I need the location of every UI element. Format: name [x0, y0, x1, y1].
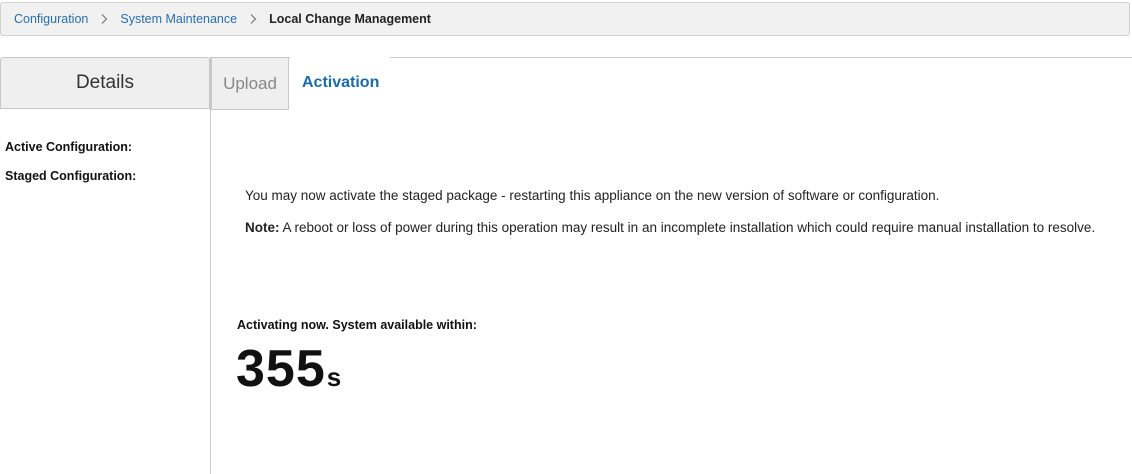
tab-strip-divider: [289, 57, 1132, 58]
breadcrumb-item-configuration[interactable]: Configuration: [14, 12, 88, 26]
countdown-timer: 355s: [236, 343, 341, 395]
chevron-right-icon: [101, 14, 108, 24]
note-text: A reboot or loss of power during this op…: [279, 220, 1096, 235]
breadcrumb: Configuration System Maintenance Local C…: [0, 2, 1130, 36]
countdown-unit: s: [326, 362, 342, 392]
details-panel: Details Active Configuration: Staged Con…: [0, 57, 211, 474]
tab-activation[interactable]: Activation: [290, 57, 390, 110]
activation-panel: Upload Activation You may now activate t…: [211, 57, 1132, 474]
activation-status-label: Activating now. System available within:: [237, 318, 477, 332]
tab-upload[interactable]: Upload: [211, 57, 289, 110]
activation-message: You may now activate the staged package …: [245, 188, 940, 203]
active-configuration-label: Active Configuration:: [5, 140, 133, 154]
details-tab[interactable]: Details: [0, 57, 210, 109]
breadcrumb-current: Local Change Management: [269, 12, 431, 26]
note-message: Note: A reboot or loss of power during t…: [245, 220, 1095, 235]
staged-configuration-label: Staged Configuration:: [5, 169, 137, 183]
countdown-value: 355: [236, 340, 326, 398]
breadcrumb-item-system-maintenance[interactable]: System Maintenance: [120, 12, 237, 26]
chevron-right-icon: [250, 14, 257, 24]
note-prefix: Note:: [245, 220, 280, 235]
